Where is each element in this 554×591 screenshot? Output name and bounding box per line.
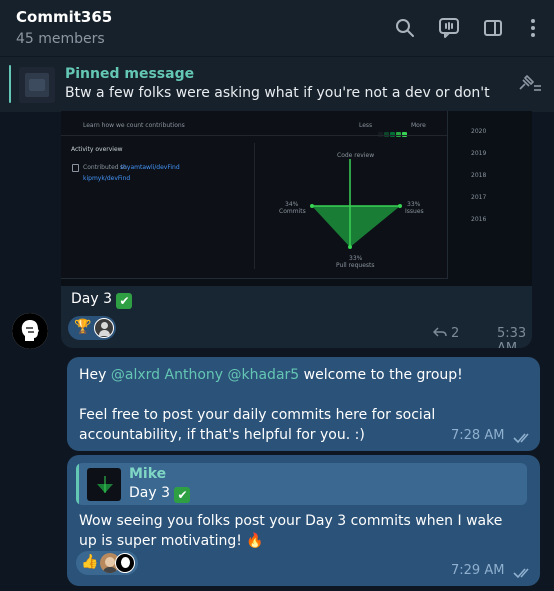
check-mark-icon: ✔ xyxy=(174,487,191,503)
message-text-part: Hey xyxy=(79,367,111,383)
legend-more: More xyxy=(411,122,426,129)
quote-caption: Day 3 xyxy=(129,485,171,501)
pr-label: Pull requests xyxy=(336,262,375,269)
reply-count[interactable]: 2 xyxy=(432,326,460,341)
year-label: 2019 xyxy=(471,150,487,157)
check-mark-icon: ✔ xyxy=(116,293,133,309)
code-review-label: Code review xyxy=(337,152,375,159)
contributions-link: Learn how we count contributions xyxy=(83,122,185,129)
message-text-part: welcome to the group! xyxy=(299,367,463,383)
issues-label: Issues xyxy=(405,208,424,215)
quote-thumbnail xyxy=(87,468,121,501)
chat-title[interactable]: Commit365 xyxy=(16,8,112,26)
message-caption: Day 3 ✔ xyxy=(71,291,133,309)
year-label: 2018 xyxy=(471,172,487,179)
reactor-avatar[interactable] xyxy=(94,318,114,338)
quote-text: Day 3 ✔ xyxy=(129,485,191,503)
activity-overview-title: Activity overview xyxy=(71,146,123,153)
quote-indicator xyxy=(76,463,79,505)
repo-link-2: kipmyk/devFind xyxy=(83,175,131,182)
more-vertical-icon[interactable] xyxy=(519,14,547,42)
pinned-label: Pinned message xyxy=(65,66,195,82)
mention-link[interactable]: @alxrd xyxy=(111,367,160,383)
message-time: 7:29 AM xyxy=(451,563,505,578)
caption-text: Day 3 xyxy=(71,291,113,307)
commits-pct: 34% xyxy=(285,201,299,208)
contribution-legend xyxy=(378,122,407,141)
pinned-message-bar[interactable]: Pinned message Btw a few folks were aski… xyxy=(0,56,554,112)
chat-header: Commit365 45 members xyxy=(0,0,554,56)
message-bubble-outgoing[interactable]: Mike Day 3 ✔ Wow seeing you folks post y… xyxy=(67,455,540,586)
commits-label: Commits xyxy=(279,208,306,215)
double-check-icon xyxy=(513,433,529,444)
issues-pct: 33% xyxy=(407,201,421,208)
legend-less: Less xyxy=(359,122,373,129)
reactor-avatar[interactable] xyxy=(115,553,135,573)
message-time: 5:33 AM xyxy=(497,326,527,348)
reactions[interactable]: 🏆 xyxy=(68,316,116,340)
attached-screenshot[interactable]: Learn how we count contributions Less Mo… xyxy=(61,111,532,286)
pinned-thumbnail xyxy=(19,67,55,103)
voice-chat-icon[interactable] xyxy=(435,14,463,42)
mention-link[interactable]: @khadar5 xyxy=(228,367,300,383)
pr-pct: 33% xyxy=(349,255,363,262)
pinned-text: Btw a few folks were asking what if you'… xyxy=(65,85,495,101)
message-bubble-incoming[interactable]: Learn how we count contributions Less Mo… xyxy=(61,111,532,348)
message-bubble-outgoing[interactable]: Hey @alxrd Anthony @khadar5 welcome to t… xyxy=(67,357,540,451)
year-label: 2016 xyxy=(471,216,487,223)
unpin-icon[interactable] xyxy=(516,75,542,97)
reactions[interactable]: 👍 xyxy=(76,551,138,575)
year-label: 2020 xyxy=(471,128,487,135)
repo-link-1: shyamtawli/devFind xyxy=(120,164,180,171)
trophy-reaction[interactable]: 🏆 xyxy=(74,319,91,335)
repo-icon xyxy=(72,164,79,172)
message-paragraph: Feel free to post your daily commits her… xyxy=(79,407,436,443)
search-icon[interactable] xyxy=(391,14,419,42)
member-count[interactable]: 45 members xyxy=(16,31,105,47)
mention-link[interactable]: Anthony xyxy=(165,367,224,383)
double-check-icon xyxy=(513,568,529,579)
avatar[interactable] xyxy=(12,313,48,349)
sidebar-toggle-icon[interactable] xyxy=(479,14,507,42)
reply-quote[interactable]: Mike Day 3 ✔ xyxy=(76,463,527,505)
reply-count-value: 2 xyxy=(451,326,460,341)
quote-author: Mike xyxy=(129,466,167,482)
year-label: 2017 xyxy=(471,194,487,201)
pinned-indicator xyxy=(9,65,11,103)
thumbs-up-reaction[interactable]: 👍 xyxy=(81,554,98,570)
message-text: Wow seeing you folks post your Day 3 com… xyxy=(79,513,503,549)
message-time: 7:28 AM xyxy=(451,428,505,443)
github-screenshot-panel: Learn how we count contributions Less Mo… xyxy=(61,111,448,279)
